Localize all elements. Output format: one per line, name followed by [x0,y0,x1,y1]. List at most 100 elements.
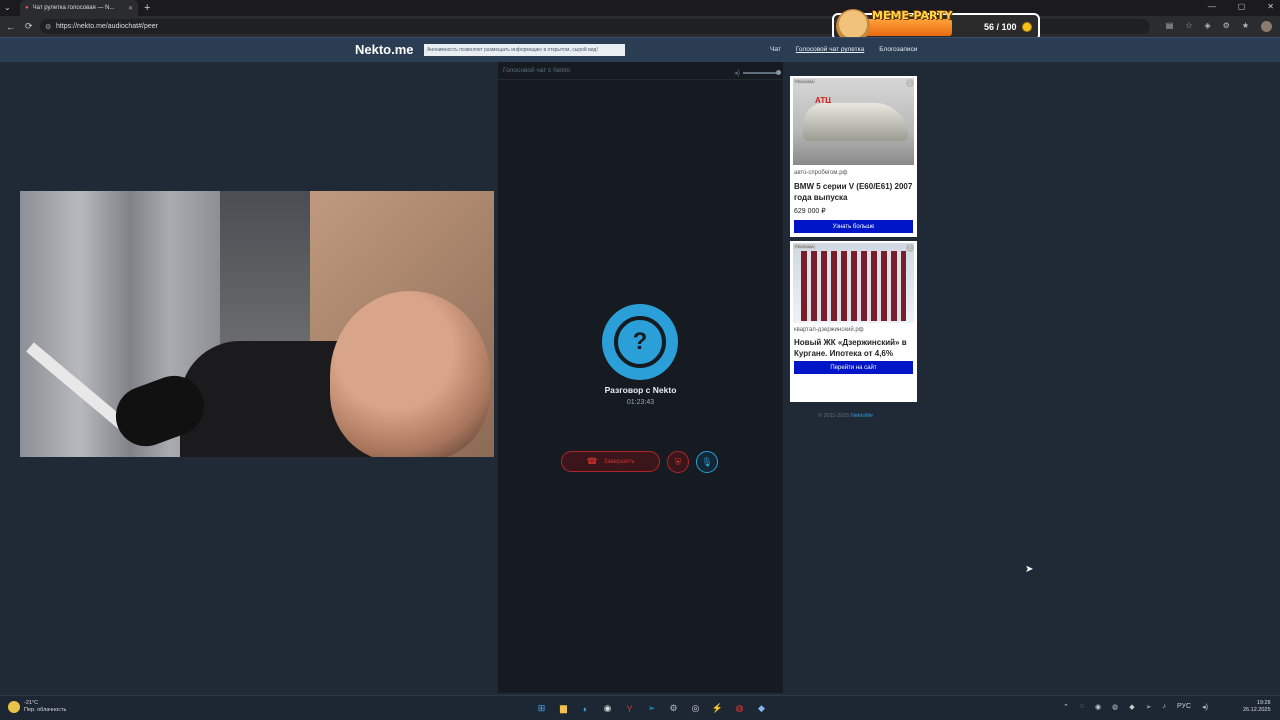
microphone-icon: 🎙 [701,456,713,467]
obs-icon[interactable]: ◎ [688,701,703,716]
browser-tab[interactable]: ● Чат рулетка голосовая — N... ✕ [20,0,138,16]
profile-avatar[interactable] [1261,21,1272,32]
tab-title: Чат рулетка голосовая — N... [32,5,115,11]
close-window-icon[interactable]: ✕ [1267,2,1274,11]
tab-list-icon[interactable]: ⌄ [4,3,11,12]
footer-link[interactable]: NektoMe [851,413,873,419]
car-shape [803,103,908,141]
window-controls: — ▢ ✕ [1208,2,1274,11]
ad-label: РЕКЛАМА [793,79,816,84]
yandex-icon[interactable]: Y [622,701,637,716]
ad-image-building[interactable] [793,243,914,323]
shield-report-icon: ⛨ [674,456,682,467]
peer-avatar: ? [602,304,678,380]
volume-knob[interactable] [776,70,781,75]
toolbar-icons: ▤ ☆ ◈ ⚙ ★ [1166,21,1272,32]
weather-desc: Пер. облачность [24,707,67,713]
ad-image-car[interactable]: АТЦ [793,78,914,165]
volume-tray-icon[interactable]: ◂) [1202,703,1208,711]
ad-price: 629 000 ₽ [794,208,826,215]
weather-icon [8,701,20,713]
ad-source[interactable]: квартал-дзержинский.рф [794,327,864,333]
telegram-icon[interactable]: ➢ [644,701,659,716]
weather-widget[interactable]: -21°C Пер. облачность [8,700,66,714]
end-call-label: Завершить [603,458,635,465]
ad-label: РЕКЛАМА [793,244,816,249]
ad-card-residential[interactable]: РЕКЛАМА ⋮ квартал-дзержинский.рф Новый Ж… [790,241,917,402]
reload-icon[interactable]: ⟳ [25,21,33,32]
tray-expand-icon[interactable]: ⌃ [1063,703,1069,711]
weather-text: -21°C Пер. облачность [24,700,66,714]
tray-icon-1[interactable]: ◌ [1080,703,1084,711]
favorites-icon[interactable]: ★ [1242,21,1249,32]
ad-card-bmw[interactable]: АТЦ РЕКЛАМА ⋮ авто-спробегом.рф BMW 5 се… [790,76,917,237]
voice-chat-panel: Голосовой чат с Nekto ◂) ? Разговор с Ne… [498,62,783,693]
volume-slider[interactable] [743,70,781,75]
address-bar-row: ← ⟳ ⚙ https://nekto.me/audiochat#/peer ▤… [0,16,1280,37]
ad-headline[interactable]: Новый ЖК «Дзержинский» в Кургане. Ипотек… [794,338,914,359]
conversation-title: Разговор с Nekto [604,385,677,395]
tray-steam-icon[interactable]: ◍ [1112,703,1118,711]
back-icon[interactable]: ← [6,22,15,32]
webcam-window [220,191,310,341]
tab-close-icon[interactable]: ✕ [128,5,133,12]
recorder-icon[interactable]: ◍ [732,701,747,716]
conversation-timer: 01:23:43 [626,399,655,406]
tray-mic-icon[interactable]: ♪ [1163,703,1167,711]
anonymity-notice: Анонимность позволяет размещать информац… [424,44,625,56]
end-call-button[interactable]: ☎ Завершить [561,451,660,472]
ad-cta-button[interactable]: Узнать больше [794,220,913,233]
gem-icon[interactable]: ◆ [754,701,769,716]
site-logo[interactable]: Nekto.me [355,42,414,57]
bookmark-star-icon[interactable]: ☆ [1185,21,1192,32]
chat-header-title: Голосовой чат с Nekto [503,67,571,74]
site-info-icon[interactable]: ⚙ [45,23,51,31]
browser-tabbar: ⌄ ● Чат рулетка голосовая — N... ✕ + — ▢… [0,0,1280,16]
ad-cta-button[interactable]: Перейти на сайт [794,361,913,374]
meme-party-count: 56 / 100 [984,22,1017,32]
maximize-icon[interactable]: ▢ [1238,2,1246,11]
clock-time: 19:28 [1256,700,1271,706]
nav-voice-roulette[interactable]: Голосовой чат рулетка [796,46,864,53]
report-button[interactable]: ⛨ [667,451,689,473]
hangup-icon: ☎ [586,456,598,466]
copyright-text: © 2011-2025 [818,413,850,419]
keyboard-language[interactable]: РУС [1177,703,1191,711]
tray-icon-3[interactable]: ◆ [1129,703,1134,711]
taskbar: -21°C Пер. облачность ⊞ ▆ ◐ ◉ Y ➢ ⚙ ◎ ⚡ … [0,695,1280,720]
taskbar-apps: ⊞ ▆ ◐ ◉ Y ➢ ⚙ ◎ ⚡ ◍ ◆ [534,701,769,716]
meme-party-title: MEME-PARTY [872,9,953,22]
new-tab-icon[interactable]: + [144,2,150,14]
volume-control[interactable]: ◂) [734,69,781,77]
coin-icon [1022,22,1032,32]
settings-icon[interactable]: ⚙ [666,701,681,716]
nav-blog[interactable]: Блогозаписи [879,46,917,53]
ad-source[interactable]: авто-спробегом.рф [794,170,848,176]
clock-date: 26.12.2025 [1243,707,1271,713]
shield-icon[interactable]: ◈ [1205,21,1211,32]
ad-options-icon[interactable]: ⋮ [906,244,914,252]
minimize-icon[interactable]: — [1208,2,1216,11]
tray-telegram-icon[interactable]: ➢ [1146,703,1152,711]
mute-button[interactable]: 🎙 [696,451,718,473]
ad-options-icon[interactable]: ⋮ [906,79,914,87]
weather-temp: -21°C [24,700,39,706]
ad-headline[interactable]: BMW 5 серии V (E60/E61) 2007 года выпуск… [794,182,914,203]
mouse-cursor-icon: ➤ [1025,564,1034,575]
reader-icon[interactable]: ▤ [1166,21,1174,32]
site-header: Nekto.me Анонимность позволяет размещать… [0,37,1280,62]
webcam-overlay [20,191,494,457]
start-icon[interactable]: ⊞ [534,701,549,716]
extensions-icon[interactable]: ⚙ [1223,21,1230,32]
tray-icon-2[interactable]: ◉ [1095,703,1101,711]
nav-chat[interactable]: Чат [770,46,781,53]
app-icon[interactable]: ⚡ [710,701,725,716]
speaker-icon: ◂) [734,70,740,77]
edge-icon[interactable]: ◐ [578,701,593,716]
webcam-person-head [330,291,490,457]
tab-favicon-icon: ● [25,5,29,11]
taskbar-clock[interactable]: 19:28 26.12.2025 [1243,700,1271,714]
building-shape [801,251,906,321]
steam-icon[interactable]: ◉ [600,701,615,716]
file-explorer-icon[interactable]: ▆ [556,701,571,716]
